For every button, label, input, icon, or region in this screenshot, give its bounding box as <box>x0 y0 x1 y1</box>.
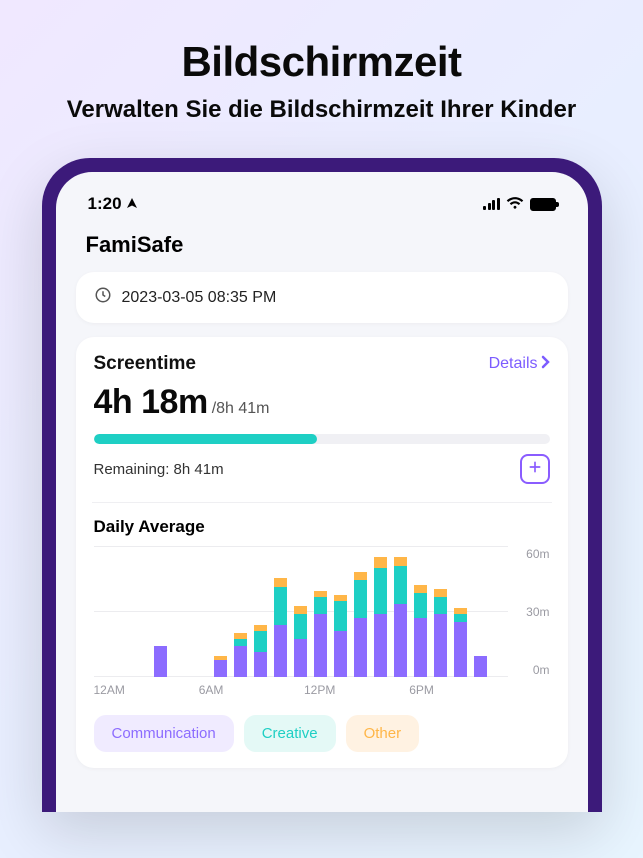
y-tick: 0m <box>516 663 550 677</box>
chart-bar <box>114 551 127 677</box>
chart-bar <box>474 551 487 677</box>
progress-fill <box>94 434 317 444</box>
chart-bar <box>174 551 187 677</box>
legend-row: Communication Creative Other <box>94 715 550 752</box>
chart-bar <box>254 551 267 677</box>
hero-subtitle: Verwalten Sie die Bildschirmzeit Ihrer K… <box>0 96 643 124</box>
clock-icon <box>94 286 112 309</box>
timestamp-card[interactable]: 2023-03-05 08:35 PM <box>76 272 568 323</box>
adjust-button[interactable] <box>520 454 550 484</box>
chart-bar <box>414 551 427 677</box>
status-time: 1:20 <box>88 194 122 214</box>
chart-bar <box>294 551 307 677</box>
tablet-frame: 1:20 FamiSafe 2023-03-05 08:35 PM <box>42 158 602 812</box>
chart-x-axis: 12AM 6AM 12PM 6PM <box>94 683 550 697</box>
y-tick: 30m <box>516 605 550 619</box>
app-title: FamiSafe <box>76 228 568 272</box>
details-label: Details <box>489 355 538 373</box>
time-used: 4h 18m <box>94 383 208 422</box>
x-tick: 12PM <box>304 683 402 697</box>
daily-average-chart: 60m 30m 0m <box>94 547 550 677</box>
chart-bar <box>394 551 407 677</box>
hero-title: Bildschirmzeit <box>0 38 643 86</box>
location-icon <box>126 194 138 214</box>
battery-icon <box>530 198 556 211</box>
chart-bar <box>434 551 447 677</box>
hero: Bildschirmzeit Verwalten Sie die Bildsch… <box>0 0 643 124</box>
chart-bar <box>214 551 227 677</box>
screentime-card: Screentime Details 4h 18m /8h 41m Remain… <box>76 337 568 768</box>
chart-bar <box>314 551 327 677</box>
status-bar: 1:20 <box>76 190 568 228</box>
status-time-group: 1:20 <box>88 194 138 214</box>
x-tick: 6AM <box>199 683 297 697</box>
details-link[interactable]: Details <box>489 355 550 374</box>
chart-y-axis: 60m 30m 0m <box>516 547 550 677</box>
remaining-label: Remaining: 8h 41m <box>94 461 224 478</box>
chart-bar <box>354 551 367 677</box>
chart-bar <box>94 551 107 677</box>
chart-bar <box>374 551 387 677</box>
adjust-icon <box>527 459 543 480</box>
card-divider <box>92 502 552 503</box>
chart-bar <box>274 551 287 677</box>
daily-average-title: Daily Average <box>94 517 550 537</box>
signal-icon <box>483 198 500 210</box>
wifi-icon <box>506 195 524 214</box>
time-limit: /8h 41m <box>212 400 270 418</box>
chart-bar <box>134 551 147 677</box>
progress-bar <box>94 434 550 444</box>
chevron-right-icon <box>540 355 550 374</box>
legend-communication[interactable]: Communication <box>94 715 234 752</box>
chart-bar <box>454 551 467 677</box>
screentime-title: Screentime <box>94 353 196 375</box>
status-right <box>483 195 556 214</box>
legend-creative[interactable]: Creative <box>244 715 336 752</box>
legend-other[interactable]: Other <box>346 715 420 752</box>
x-tick: 6PM <box>409 683 507 697</box>
x-tick: 12AM <box>94 683 192 697</box>
chart-bar <box>234 551 247 677</box>
usage-row: 4h 18m /8h 41m <box>94 383 550 422</box>
chart-bar <box>334 551 347 677</box>
chart-bar <box>154 551 167 677</box>
chart-bar <box>194 551 207 677</box>
timestamp-text: 2023-03-05 08:35 PM <box>122 289 277 307</box>
tablet-screen: 1:20 FamiSafe 2023-03-05 08:35 PM <box>56 172 588 812</box>
y-tick: 60m <box>516 547 550 561</box>
